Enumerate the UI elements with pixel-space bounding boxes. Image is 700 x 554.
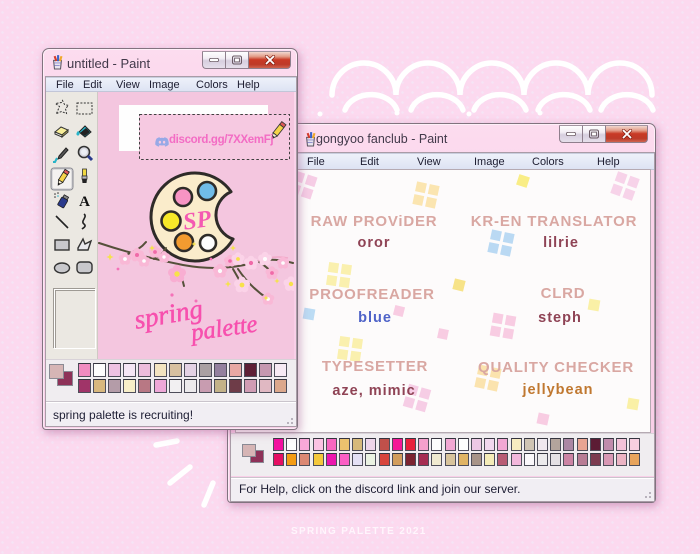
svg-text:A: A (79, 194, 90, 210)
